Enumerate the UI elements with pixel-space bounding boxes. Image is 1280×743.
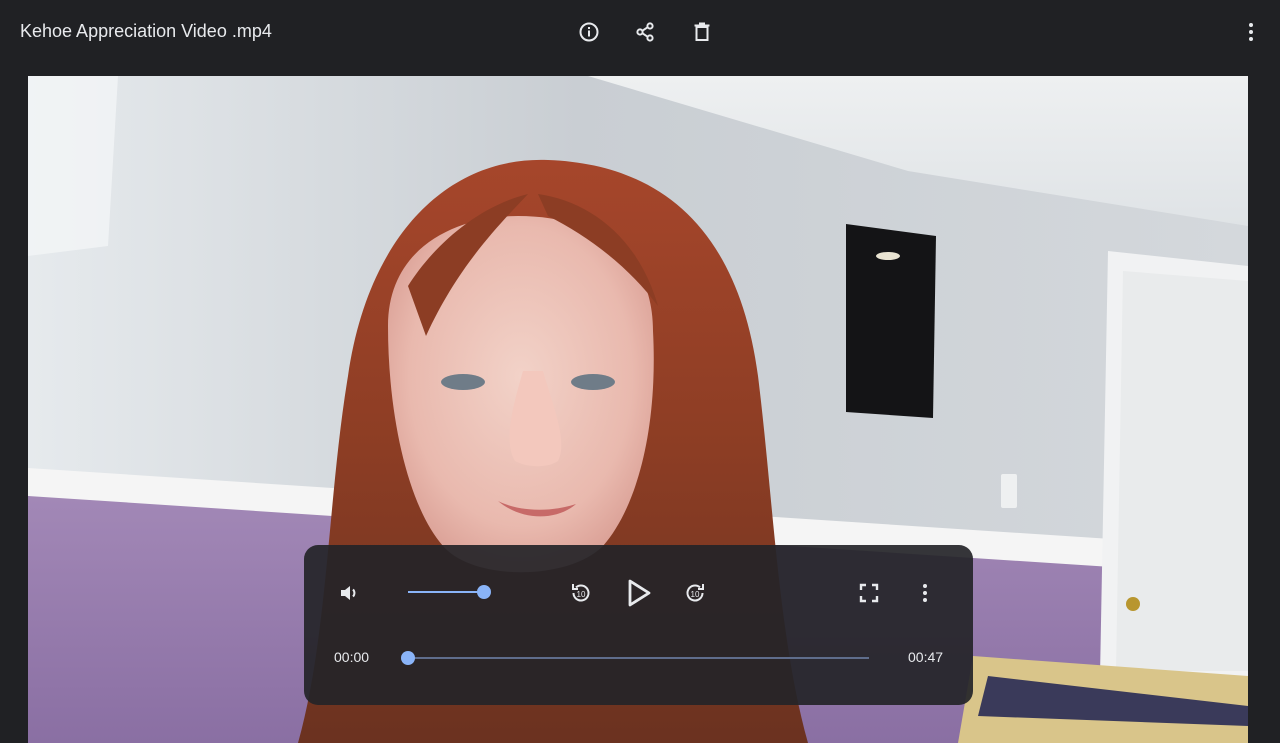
video-controls-panel: 10 10 00:00 00:47 xyxy=(304,545,973,705)
info-button[interactable] xyxy=(576,19,602,45)
svg-text:10: 10 xyxy=(577,590,586,599)
more-vert-icon xyxy=(1249,23,1253,41)
seek-bar-track[interactable] xyxy=(408,657,869,659)
more-options-button[interactable] xyxy=(1238,19,1264,45)
volume-button[interactable] xyxy=(334,580,364,606)
player-more-options-button[interactable] xyxy=(912,580,938,606)
volume-slider-track[interactable] xyxy=(408,591,484,593)
fullscreen-icon xyxy=(859,583,879,603)
current-time: 00:00 xyxy=(334,649,370,665)
play-icon xyxy=(628,579,651,607)
duration-time: 00:47 xyxy=(908,649,944,665)
forward-10-icon: 10 xyxy=(686,584,704,602)
fullscreen-button[interactable] xyxy=(856,580,882,606)
delete-icon xyxy=(694,22,710,41)
svg-text:10: 10 xyxy=(691,590,700,599)
replay-10-icon: 10 xyxy=(572,584,590,602)
file-title: Kehoe Appreciation Video .mp4 xyxy=(20,21,272,41)
info-icon xyxy=(579,22,599,42)
forward-10-button[interactable]: 10 xyxy=(680,579,710,607)
replay-10-button[interactable]: 10 xyxy=(566,579,596,607)
volume-slider-thumb[interactable] xyxy=(477,585,491,599)
play-button[interactable] xyxy=(622,573,656,613)
volume-icon xyxy=(341,586,356,600)
share-icon xyxy=(636,22,654,42)
delete-button[interactable] xyxy=(689,19,715,45)
share-button[interactable] xyxy=(632,19,658,45)
seek-bar-thumb[interactable] xyxy=(401,651,415,665)
top-bar: Kehoe Appreciation Video .mp4 xyxy=(0,0,1280,66)
more-vert-icon xyxy=(923,584,927,602)
